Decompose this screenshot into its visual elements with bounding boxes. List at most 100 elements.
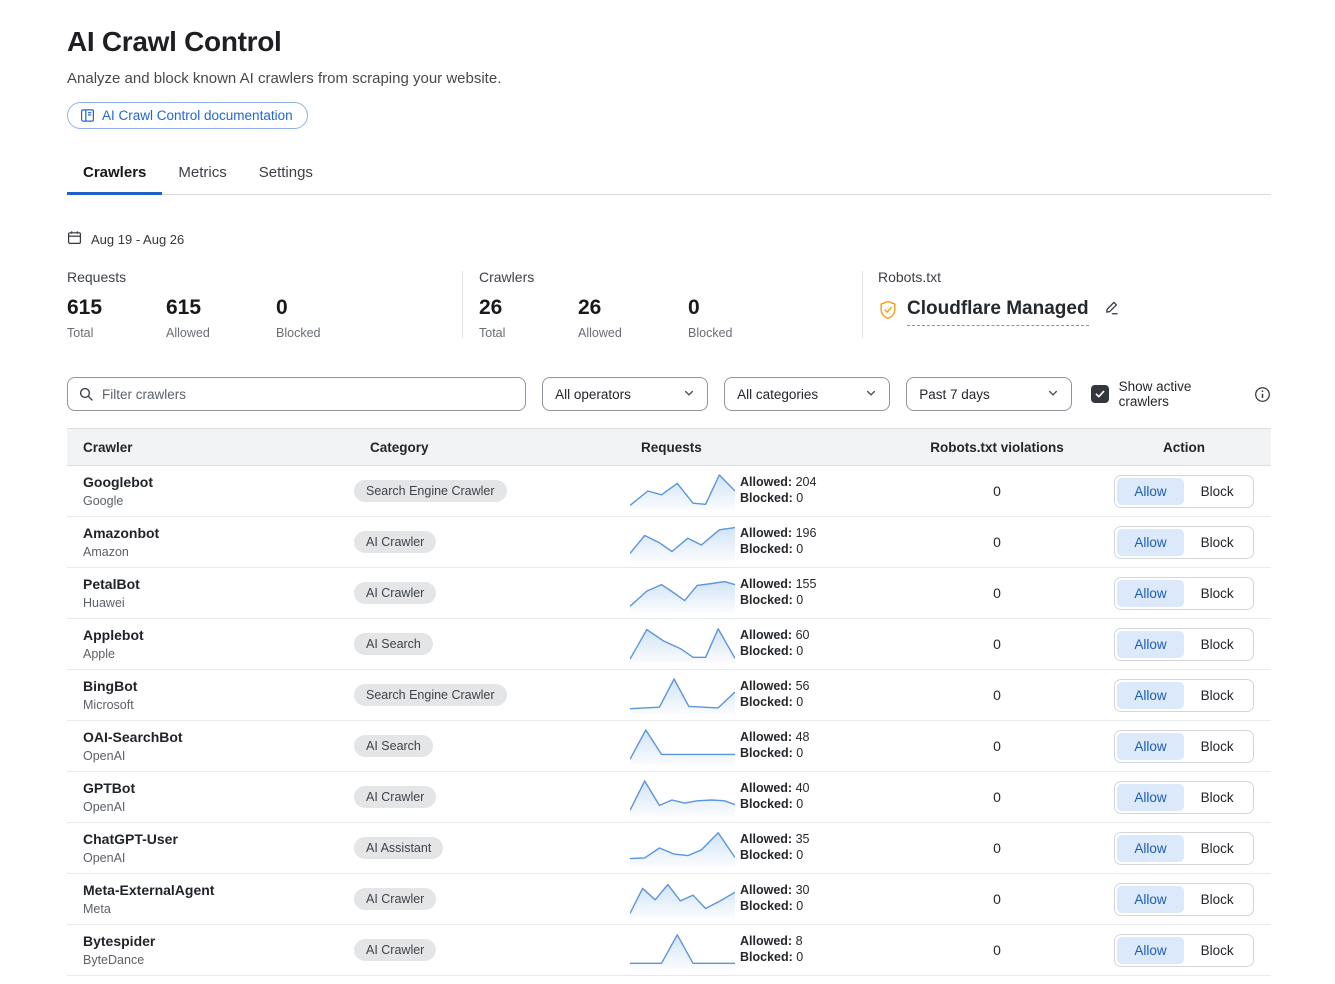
block-button[interactable]: Block — [1184, 580, 1251, 607]
tab-settings[interactable]: Settings — [243, 154, 329, 194]
category-badge: Search Engine Crawler — [354, 480, 507, 502]
allowed-label: Allowed: — [740, 934, 792, 948]
search-icon — [78, 386, 94, 407]
documentation-link[interactable]: AI Crawl Control documentation — [67, 102, 308, 129]
allowed-label: Allowed: — [740, 832, 792, 846]
date-range[interactable]: Aug 19 - Aug 26 — [67, 230, 1271, 248]
stat-crawlers-total: 26 Total — [479, 297, 578, 340]
crawler-name: Googlebot — [83, 474, 354, 491]
violations-count: 0 — [897, 942, 1097, 958]
action-toggle: Allow Block — [1114, 475, 1253, 508]
action-toggle: Allow Block — [1114, 526, 1253, 559]
action-toggle: Allow Block — [1114, 628, 1253, 661]
crawler-name: Amazonbot — [83, 525, 354, 542]
table-row: ChatGPT-User OpenAI AI Assistant Allowed… — [67, 823, 1271, 874]
table-row: OAI-SearchBot OpenAI AI Search Allowed: … — [67, 721, 1271, 772]
crawler-operator: OpenAI — [83, 749, 354, 763]
show-active-checkbox[interactable] — [1091, 385, 1108, 403]
info-icon[interactable] — [1254, 386, 1271, 403]
tab-metrics[interactable]: Metrics — [162, 154, 242, 194]
allow-button[interactable]: Allow — [1117, 784, 1183, 811]
allowed-label: Allowed: — [740, 628, 792, 642]
block-button[interactable]: Block — [1184, 733, 1251, 760]
table-row: Meta-ExternalAgent Meta AI Crawler Allow… — [67, 874, 1271, 925]
blocked-label: Blocked: — [740, 899, 793, 913]
blocked-value: 0 — [796, 746, 803, 760]
violations-count: 0 — [897, 636, 1097, 652]
search-input[interactable] — [67, 377, 526, 411]
page-title: AI Crawl Control — [67, 26, 1271, 58]
allowed-label: Allowed: — [740, 679, 792, 693]
tab-crawlers[interactable]: Crawlers — [67, 154, 162, 194]
block-button[interactable]: Block — [1184, 937, 1251, 964]
allow-button[interactable]: Allow — [1117, 886, 1183, 913]
category-badge: AI Crawler — [354, 786, 436, 808]
filter-bar: All operators All categories Past 7 days… — [67, 377, 1271, 411]
violations-count: 0 — [897, 483, 1097, 499]
blocked-label: Blocked: — [740, 593, 793, 607]
category-badge: AI Assistant — [354, 837, 443, 859]
blocked-value: 0 — [796, 797, 803, 811]
allowed-value: 40 — [796, 781, 810, 795]
documentation-link-label: AI Crawl Control documentation — [102, 108, 293, 123]
allowed-label: Allowed: — [740, 730, 792, 744]
requests-sparkline — [630, 727, 735, 765]
action-toggle: Allow Block — [1114, 730, 1253, 763]
allow-button[interactable]: Allow — [1117, 835, 1183, 862]
allow-button[interactable]: Allow — [1117, 478, 1183, 505]
table-row: PetalBot Huawei AI Crawler Allowed: 155 … — [67, 568, 1271, 619]
edit-icon[interactable] — [1103, 299, 1120, 321]
stats-robots: Robots.txt Cloudflare Managed — [863, 269, 1271, 340]
blocked-label: Blocked: — [740, 797, 793, 811]
page-subtitle: Analyze and block known AI crawlers from… — [67, 70, 1271, 87]
date-range-dropdown[interactable]: Past 7 days — [906, 377, 1072, 411]
allow-button[interactable]: Allow — [1117, 580, 1183, 607]
category-badge: AI Search — [354, 633, 433, 655]
allow-button[interactable]: Allow — [1117, 631, 1183, 658]
allowed-label: Allowed: — [740, 475, 792, 489]
requests-sparkline — [630, 625, 735, 663]
stat-requests-allowed: 615 Allowed — [166, 297, 276, 340]
robots-mode[interactable]: Cloudflare Managed — [907, 298, 1089, 326]
date-range-dropdown-value: Past 7 days — [919, 387, 990, 402]
ai-crawl-control-page: AI Crawl Control Analyze and block known… — [0, 0, 1335, 976]
blocked-label: Blocked: — [740, 644, 793, 658]
blocked-value: 0 — [796, 491, 803, 505]
table-row: GPTBot OpenAI AI Crawler Allowed: 40 Blo… — [67, 772, 1271, 823]
table-row: BingBot Microsoft Search Engine Crawler … — [67, 670, 1271, 721]
crawler-operator: OpenAI — [83, 800, 354, 814]
allowed-value: 48 — [796, 730, 810, 744]
robots-txt-label: Robots.txt — [878, 269, 1271, 285]
violations-count: 0 — [897, 840, 1097, 856]
allowed-value: 8 — [796, 934, 803, 948]
allowed-label: Allowed: — [740, 526, 792, 540]
block-button[interactable]: Block — [1184, 835, 1251, 862]
chevron-down-icon — [683, 387, 695, 402]
allowed-label: Allowed: — [740, 577, 792, 591]
block-button[interactable]: Block — [1184, 631, 1251, 658]
blocked-value: 0 — [796, 593, 803, 607]
block-button[interactable]: Block — [1184, 682, 1251, 709]
table-body: Googlebot Google Search Engine Crawler A… — [67, 466, 1271, 976]
block-button[interactable]: Block — [1184, 478, 1251, 505]
blocked-value: 0 — [796, 848, 803, 862]
crawler-operator: Microsoft — [83, 698, 354, 712]
allow-button[interactable]: Allow — [1117, 682, 1183, 709]
allow-button[interactable]: Allow — [1117, 937, 1183, 964]
operators-dropdown[interactable]: All operators — [542, 377, 708, 411]
crawler-name: GPTBot — [83, 780, 354, 797]
stats-requests: Requests 615 Total 615 Allowed 0 Blocked — [67, 269, 462, 340]
show-active-label: Show active crawlers — [1119, 379, 1241, 409]
allowed-label: Allowed: — [740, 883, 792, 897]
allow-button[interactable]: Allow — [1117, 529, 1183, 556]
block-button[interactable]: Block — [1184, 529, 1251, 556]
categories-dropdown[interactable]: All categories — [724, 377, 890, 411]
category-badge: AI Crawler — [354, 939, 436, 961]
violations-count: 0 — [897, 534, 1097, 550]
allow-button[interactable]: Allow — [1117, 733, 1183, 760]
action-toggle: Allow Block — [1114, 679, 1253, 712]
block-button[interactable]: Block — [1184, 886, 1251, 913]
table-row: Amazonbot Amazon AI Crawler Allowed: 196… — [67, 517, 1271, 568]
block-button[interactable]: Block — [1184, 784, 1251, 811]
requests-sparkline — [630, 574, 735, 612]
